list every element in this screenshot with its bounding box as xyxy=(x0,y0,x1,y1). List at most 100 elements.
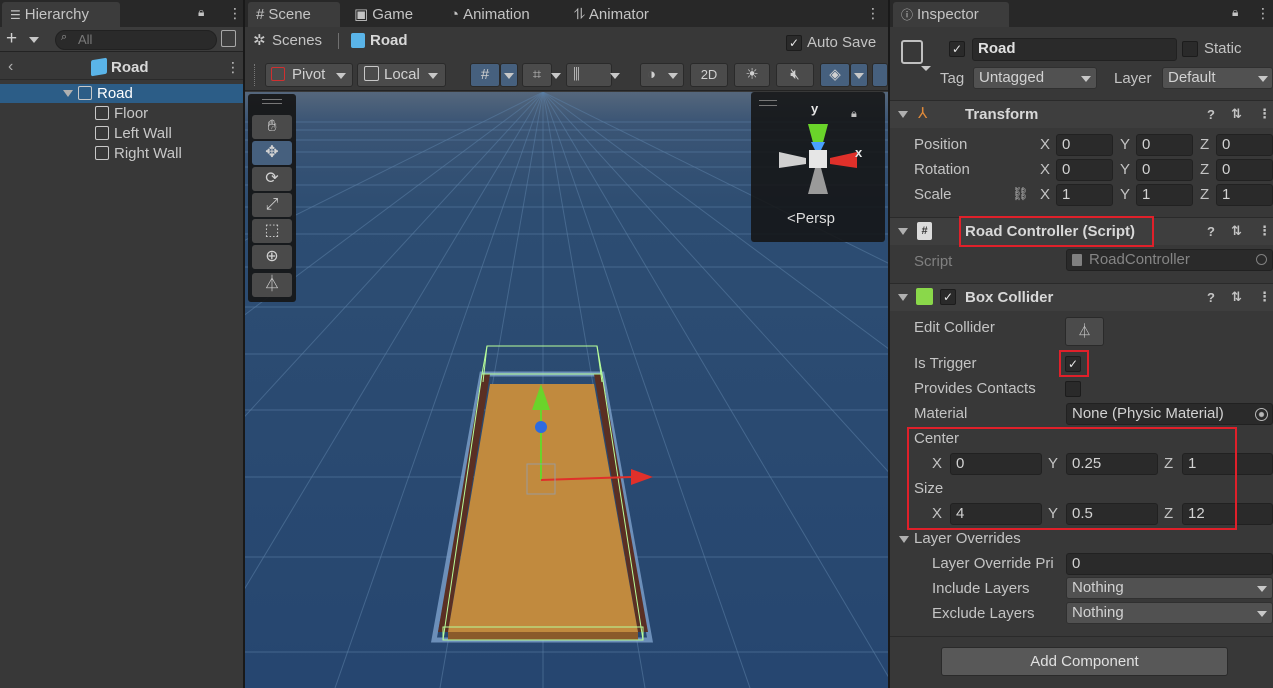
breadcrumb-scenes[interactable]: Scenes xyxy=(272,32,322,49)
persp-label[interactable]: <Persp xyxy=(787,210,835,227)
position-z-field[interactable]: 0 xyxy=(1216,134,1273,156)
lighting-toggle-button[interactable]: ☀ xyxy=(734,63,770,87)
scale-x-field[interactable]: 1 xyxy=(1056,184,1113,206)
axis-x-label: X xyxy=(1040,161,1051,178)
collapse-triangle-icon[interactable] xyxy=(898,228,908,235)
expand-triangle-icon[interactable] xyxy=(63,90,73,97)
exclude-layers-value: Nothing xyxy=(1072,604,1124,621)
scene-visibility-button[interactable] xyxy=(872,63,888,87)
rotation-z-field[interactable]: 0 xyxy=(1216,159,1273,181)
exclude-layers-dropdown[interactable]: Nothing xyxy=(1066,602,1273,624)
move-tool-button[interactable]: ✥ xyxy=(252,141,292,165)
layer-override-priority-field[interactable]: 0 xyxy=(1066,553,1273,575)
panel-divider[interactable] xyxy=(243,0,245,688)
tab-hierarchy[interactable]: ☰ Hierarchy xyxy=(2,2,120,27)
kebab-menu-icon[interactable]: ⋮ xyxy=(1256,5,1270,22)
expand-triangle-icon[interactable] xyxy=(899,536,909,543)
transform-tool-button[interactable]: ⊕ xyxy=(252,245,292,269)
chevron-down-icon[interactable] xyxy=(551,73,561,79)
tab-inspector[interactable]: ⓘ Inspector xyxy=(893,2,1009,27)
collapse-triangle-icon[interactable] xyxy=(898,294,908,301)
position-y-field[interactable]: 0 xyxy=(1136,134,1193,156)
axis-z-label: Z xyxy=(1200,136,1210,153)
panel-divider[interactable] xyxy=(888,0,890,688)
lock-icon[interactable]: 🔒︎ xyxy=(198,5,204,20)
kebab-menu-icon[interactable]: ⋮ xyxy=(1258,289,1271,305)
edit-collider-button[interactable]: ⏃ xyxy=(1065,317,1104,346)
tab-game-label: Game xyxy=(372,6,414,23)
hand-tool-button[interactable]: ✋︎ xyxy=(252,115,292,139)
static-label: Static xyxy=(1204,40,1242,57)
auto-save-checkbox[interactable]: ✓ xyxy=(786,35,802,51)
kebab-menu-icon[interactable]: ⋮ xyxy=(226,59,240,76)
rect-tool-button[interactable]: ⬚ xyxy=(252,219,292,243)
hierarchy-search-input[interactable]: All xyxy=(55,30,217,50)
lock-icon[interactable]: 🔒︎ xyxy=(1232,5,1238,20)
chevron-down-icon[interactable] xyxy=(921,66,931,71)
hierarchy-scene-title: Road xyxy=(111,59,149,76)
rotation-x-field[interactable]: 0 xyxy=(1056,159,1113,181)
scale-z-field[interactable]: 1 xyxy=(1216,184,1273,206)
tag-label: Tag xyxy=(940,70,965,87)
presets-icon[interactable]: ⇅ xyxy=(1231,289,1242,305)
orientation-gizmo[interactable]: 🔒︎ y x <Persp xyxy=(751,92,885,242)
breadcrumb-road[interactable]: Road xyxy=(370,32,408,49)
material-field[interactable]: None (Physic Material) xyxy=(1066,403,1273,425)
custom-tool-button[interactable]: ⏃ xyxy=(252,273,292,297)
rotation-y-field[interactable]: 0 xyxy=(1136,159,1193,181)
box-collider-enabled-checkbox[interactable]: ✓ xyxy=(940,289,956,305)
include-layers-dropdown[interactable]: Nothing xyxy=(1066,577,1273,599)
help-icon[interactable]: ? xyxy=(1207,107,1215,122)
kebab-menu-icon[interactable]: ⋮ xyxy=(1258,106,1271,122)
static-checkbox[interactable] xyxy=(1182,41,1198,57)
chevron-down-icon[interactable] xyxy=(610,73,620,79)
presets-icon[interactable]: ⇅ xyxy=(1231,223,1242,239)
hierarchy-item-road[interactable]: Road xyxy=(78,85,133,102)
kebab-menu-icon[interactable]: ⋮ xyxy=(1258,223,1271,239)
help-icon[interactable]: ? xyxy=(1207,224,1215,239)
hierarchy-item-left-wall[interactable]: Left Wall xyxy=(95,125,172,142)
object-picker-icon[interactable] xyxy=(1255,408,1268,421)
hierarchy-list-icon: ☰ xyxy=(10,8,21,22)
hierarchy-item-floor[interactable]: Floor xyxy=(95,105,148,122)
collapse-triangle-icon[interactable] xyxy=(898,111,908,118)
scene-viewport[interactable]: 🔒︎ y x <Persp xyxy=(245,92,888,688)
position-x-field[interactable]: 0 xyxy=(1056,134,1113,156)
scene-visibility-icon[interactable] xyxy=(221,30,236,47)
script-file-icon: # xyxy=(917,222,932,240)
tab-animator[interactable]: ⥮ Animator xyxy=(566,2,657,27)
kebab-menu-icon[interactable]: ⋮ xyxy=(866,5,880,22)
back-chevron-icon[interactable]: ‹ xyxy=(8,58,13,76)
active-checkbox[interactable]: ✓ xyxy=(949,41,965,57)
add-component-button[interactable]: Add Component xyxy=(941,647,1228,676)
drag-handle-icon xyxy=(262,99,282,104)
kebab-menu-icon[interactable]: ⋮ xyxy=(228,5,242,22)
effects-toggle-button[interactable]: ◈ xyxy=(820,63,850,87)
grid-snap-toggle[interactable]: # xyxy=(470,63,500,87)
constrain-proportions-icon[interactable]: ⛓︎ xyxy=(1012,186,1029,202)
transform-header[interactable] xyxy=(890,100,1273,128)
tab-animation[interactable]: ◔ Animation xyxy=(442,2,538,27)
increment-snap-toggle[interactable]: ⌗ xyxy=(522,63,552,87)
chevron-down-icon[interactable] xyxy=(29,37,39,43)
audio-toggle-button[interactable]: 🔇︎ xyxy=(776,63,814,87)
hierarchy-item-right-wall[interactable]: Right Wall xyxy=(95,145,182,162)
tab-scene[interactable]: # Scene xyxy=(248,2,340,27)
rotate-tool-button[interactable]: ⟳ xyxy=(252,167,292,191)
object-name-field[interactable]: Road xyxy=(972,38,1177,61)
scale-tool-button[interactable]: ⤢ xyxy=(252,193,292,217)
presets-icon[interactable]: ⇅ xyxy=(1231,106,1242,122)
highlight-box xyxy=(1059,350,1089,377)
layer-overrides-label[interactable]: Layer Overrides xyxy=(914,530,1021,547)
snap-settings-button[interactable]: ⫼ xyxy=(566,63,612,87)
create-button[interactable]: + xyxy=(6,28,17,50)
layer-dropdown[interactable]: Default xyxy=(1162,67,1273,89)
chevron-down-icon xyxy=(336,73,346,79)
scale-y-field[interactable]: 1 xyxy=(1136,184,1193,206)
help-icon[interactable]: ? xyxy=(1207,290,1215,305)
tab-game[interactable]: ▣ Game xyxy=(346,2,421,27)
provides-contacts-checkbox[interactable] xyxy=(1065,381,1081,397)
breadcrumb-divider xyxy=(338,33,339,49)
2d-toggle-button[interactable]: 2D xyxy=(690,63,728,87)
tag-dropdown[interactable]: Untagged xyxy=(973,67,1097,89)
